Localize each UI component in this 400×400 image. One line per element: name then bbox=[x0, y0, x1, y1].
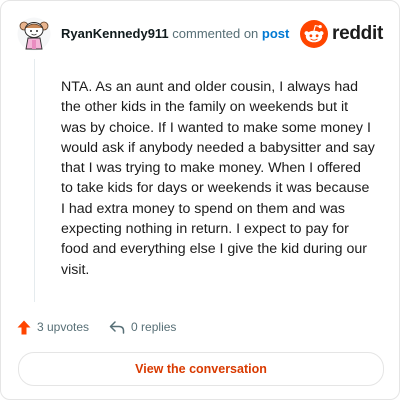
reddit-wordmark: reddit bbox=[332, 23, 383, 44]
thread-line bbox=[34, 59, 35, 302]
comment-actions: 3 upvotes 0 replies bbox=[17, 317, 176, 337]
reply-count: 0 replies bbox=[131, 320, 177, 334]
view-conversation-label: View the conversation bbox=[135, 362, 267, 376]
reddit-logo[interactable]: reddit bbox=[300, 20, 383, 48]
upvote-arrow-icon bbox=[17, 320, 31, 334]
author-name[interactable]: RyanKennedy911 bbox=[61, 26, 169, 41]
comment-card: RyanKennedy911 commented on post reddit … bbox=[0, 0, 400, 400]
upvote-count: 3 upvotes bbox=[37, 320, 90, 334]
reddit-snoo-icon bbox=[300, 20, 329, 48]
view-conversation-button[interactable]: View the conversation bbox=[18, 352, 384, 386]
commented-on-text: commented on bbox=[172, 26, 259, 41]
post-link[interactable]: post bbox=[262, 26, 289, 41]
user-avatar[interactable] bbox=[17, 17, 51, 51]
reply-button[interactable]: 0 replies bbox=[109, 320, 176, 334]
comment-header: RyanKennedy911 commented on post bbox=[61, 25, 289, 43]
upvote-button[interactable]: 3 upvotes bbox=[17, 320, 89, 335]
comment-body: NTA. As an aunt and older cousin, I alwa… bbox=[61, 79, 375, 278]
reply-arrow-icon bbox=[109, 320, 125, 334]
